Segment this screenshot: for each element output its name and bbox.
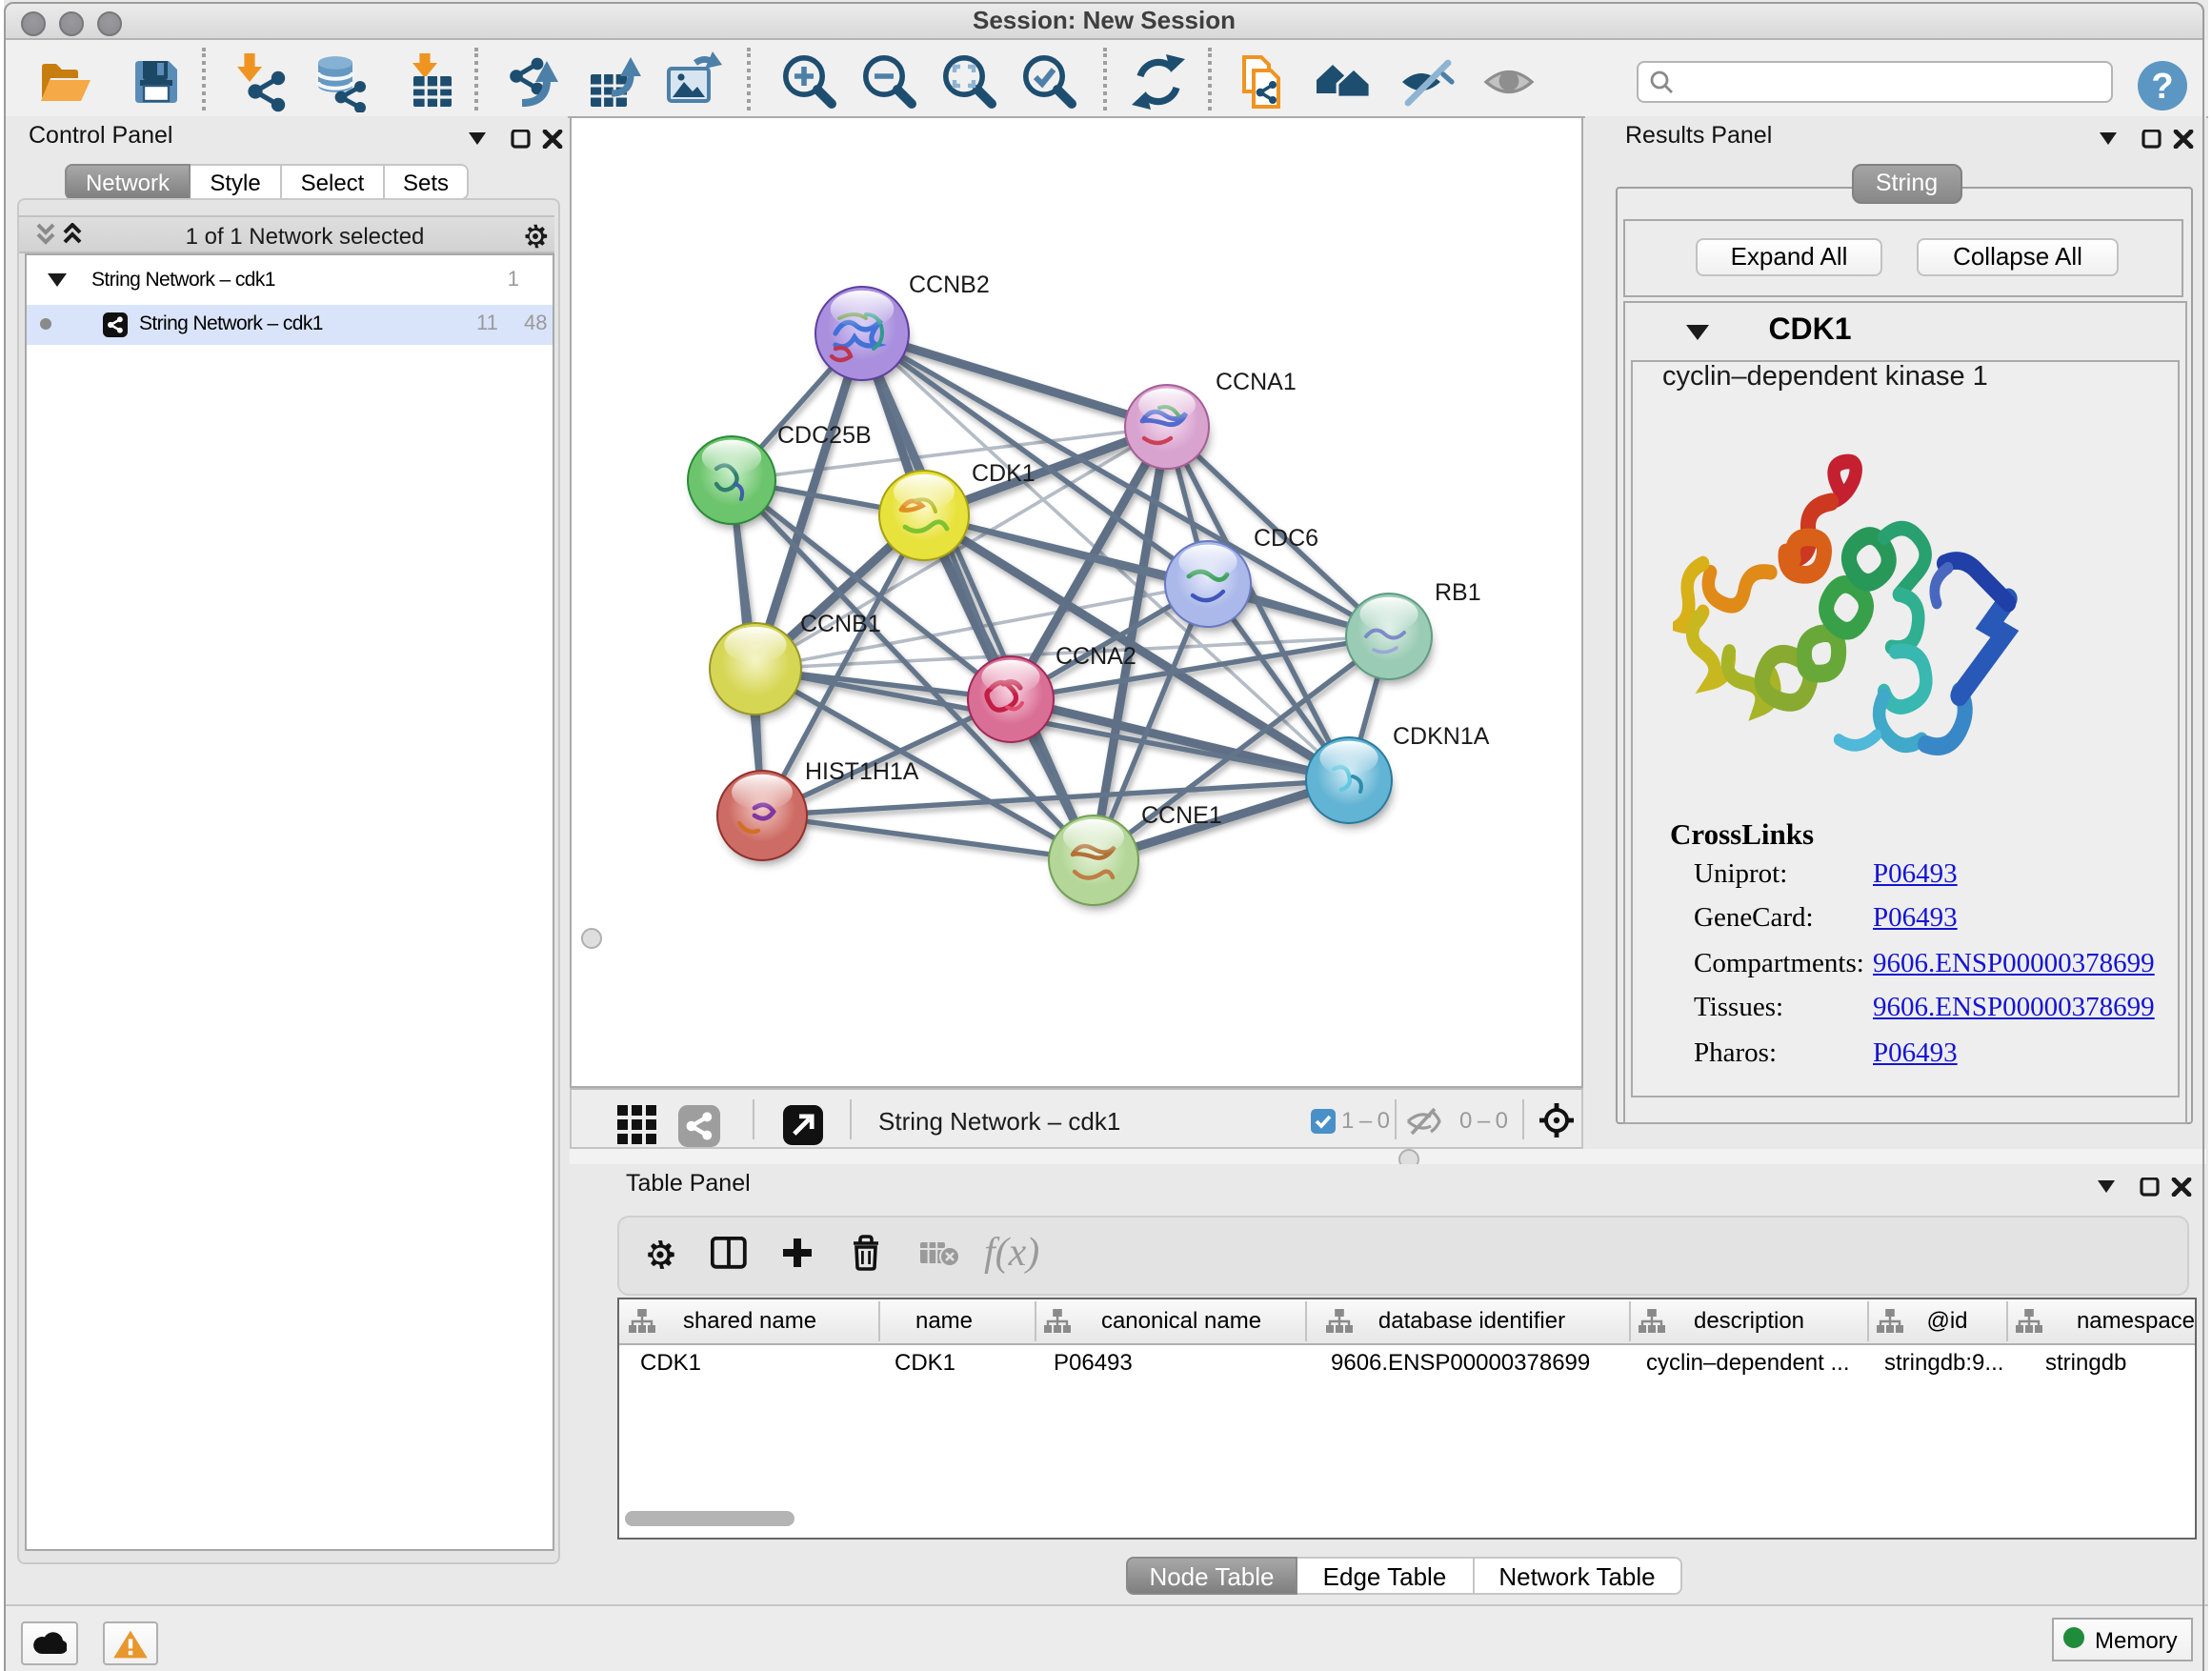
svg-text:RB1: RB1 xyxy=(1435,579,1481,606)
svg-text:CCNE1: CCNE1 xyxy=(1141,802,1222,829)
svg-text:CCNB2: CCNB2 xyxy=(909,272,990,298)
svg-text:CDC25B: CDC25B xyxy=(777,422,872,449)
svg-text:CCNB1: CCNB1 xyxy=(800,611,881,637)
svg-text:CDC6: CDC6 xyxy=(1254,525,1318,552)
svg-text:HIST1H1A: HIST1H1A xyxy=(805,758,919,785)
svg-text:?: ? xyxy=(2151,67,2173,107)
svg-text:CCNA2: CCNA2 xyxy=(1056,643,1136,670)
svg-text:CDK1: CDK1 xyxy=(972,460,1036,487)
svg-text:CCNA1: CCNA1 xyxy=(1216,369,1297,395)
svg-text:CDKN1A: CDKN1A xyxy=(1393,723,1490,750)
